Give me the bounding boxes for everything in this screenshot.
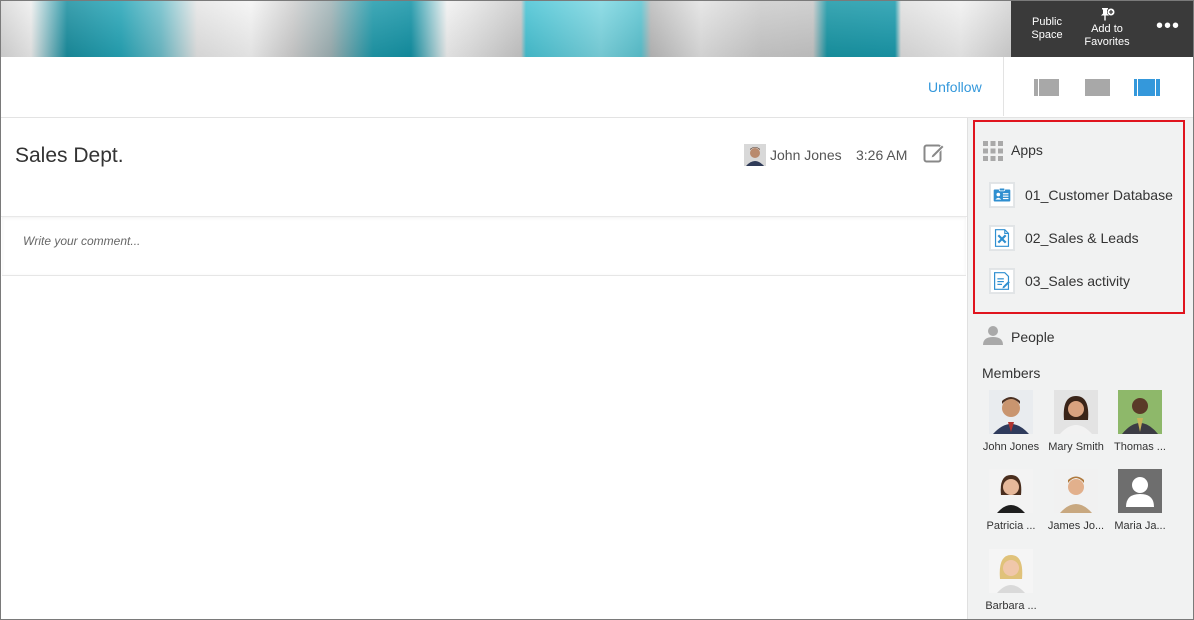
member-photo xyxy=(989,469,1033,513)
member-thomas[interactable]: Thomas ... xyxy=(1109,390,1171,453)
member-photo xyxy=(989,390,1033,434)
app-item-sales-leads[interactable]: 02_Sales & Leads xyxy=(989,225,1184,253)
member-photo xyxy=(1118,390,1162,434)
person-photo-icon xyxy=(744,144,766,166)
page-title: Sales Dept. xyxy=(15,144,124,167)
members-label: Members xyxy=(982,365,1041,381)
avatar[interactable] xyxy=(744,144,766,166)
member-mary-smith[interactable]: Mary Smith xyxy=(1045,390,1107,453)
more-icon: ••• xyxy=(1155,15,1180,37)
sales-leads-icon xyxy=(989,225,1015,251)
member-patricia[interactable]: Patricia ... xyxy=(980,469,1042,532)
member-barbara[interactable]: Barbara ... xyxy=(980,549,1042,612)
default-avatar-icon xyxy=(1118,469,1162,513)
space-cover-banner: Public Space Add to Favorites ••• xyxy=(1,1,1193,57)
member-james[interactable]: James Jo... xyxy=(1045,469,1107,532)
app-item-sales-activity[interactable]: 03_Sales activity xyxy=(989,268,1184,296)
sales-activity-icon xyxy=(989,268,1015,294)
people-icon xyxy=(983,326,1003,345)
app-name: 02_Sales & Leads xyxy=(1025,230,1139,246)
add-to-favorites-button[interactable]: Add to Favorites xyxy=(1079,7,1135,49)
author-name[interactable]: John Jones xyxy=(770,147,842,163)
member-photo xyxy=(989,549,1033,593)
app-name: 03_Sales activity xyxy=(1025,273,1131,289)
layout-sidebar-right-icon[interactable] xyxy=(1134,79,1160,96)
edit-icon[interactable] xyxy=(923,142,945,164)
layout-sidebar-left-icon[interactable] xyxy=(1034,79,1059,96)
app-name: 01_Customer Database xyxy=(1025,187,1173,203)
apps-section-label: Apps xyxy=(1011,142,1043,158)
app-item-customer-database[interactable]: 01_Customer Database xyxy=(989,182,1184,210)
app-window: Public Space Add to Favorites ••• Unfoll… xyxy=(0,0,1194,620)
space-toolbar: Unfollow xyxy=(1,57,1193,118)
space-sidebar: Apps 01_Customer Database 02_Sales & Lea… xyxy=(967,118,1193,619)
member-john-jones[interactable]: John Jones xyxy=(980,390,1042,453)
layout-full-icon[interactable] xyxy=(1085,79,1110,96)
comment-input[interactable]: Write your comment... xyxy=(2,217,966,276)
comment-placeholder[interactable]: Write your comment... xyxy=(23,234,140,248)
apps-grid-icon xyxy=(983,141,1003,161)
space-main: Sales Dept. John Jones 3:26 AM Write you… xyxy=(1,118,967,619)
customer-database-icon xyxy=(989,182,1015,208)
unfollow-link[interactable]: Unfollow xyxy=(928,79,982,95)
member-photo xyxy=(1054,469,1098,513)
more-options-button[interactable]: ••• xyxy=(1151,15,1185,39)
member-photo xyxy=(1054,390,1098,434)
public-space-indicator: Public Space xyxy=(1031,16,1063,41)
people-section-label: People xyxy=(1011,329,1055,345)
pin-add-icon xyxy=(1101,8,1115,21)
banner-actions: Public Space Add to Favorites ••• xyxy=(1011,1,1193,57)
space-header: Sales Dept. John Jones 3:26 AM xyxy=(1,118,967,217)
post-time: 3:26 AM xyxy=(856,147,908,163)
member-maria[interactable]: Maria Ja... xyxy=(1109,469,1171,532)
toolbar-divider xyxy=(1003,57,1004,116)
